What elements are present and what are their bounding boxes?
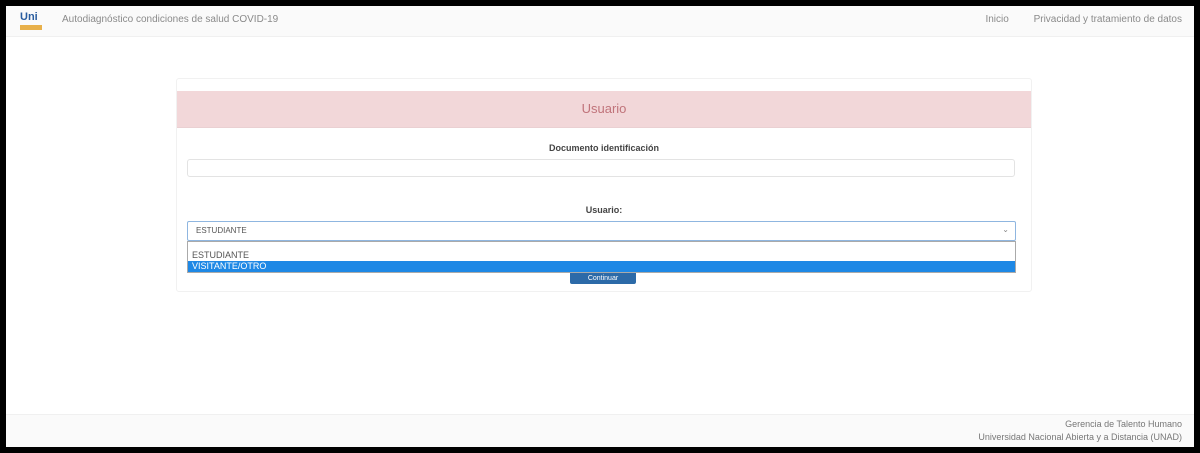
footer-university: Universidad Nacional Abierta y a Distanc… [978, 432, 1182, 442]
user-form-card: Usuario Documento identificación Usuario… [176, 78, 1032, 292]
nav-links: Inicio Privacidad y tratamiento de datos [963, 14, 1182, 25]
option-estudiante[interactable]: ESTUDIANTE [188, 250, 1015, 261]
continue-button[interactable]: Continuar [570, 273, 636, 284]
logo-text: Uni [20, 11, 38, 23]
card-header: Usuario [177, 91, 1031, 128]
unad-logo[interactable]: Uni [20, 11, 48, 31]
user-type-select[interactable]: ESTUDIANTE ⌄ [187, 221, 1016, 241]
app-title[interactable]: Autodiagnóstico condiciones de salud COV… [62, 14, 278, 25]
logo-accent [20, 25, 42, 30]
user-type-dropdown: ESTUDIANTE VISITANTE/OTRO [187, 241, 1016, 273]
browser-page: Uni Autodiagnóstico condiciones de salud… [6, 6, 1194, 447]
option-visitante-otro[interactable]: VISITANTE/OTRO [188, 261, 1015, 272]
nav-link-privacidad[interactable]: Privacidad y tratamiento de datos [1034, 14, 1182, 25]
navbar: Uni Autodiagnóstico condiciones de salud… [6, 6, 1194, 37]
user-type-label: Usuario: [585, 205, 623, 215]
chevron-down-icon: ⌄ [1002, 225, 1009, 234]
user-type-selected-value: ESTUDIANTE [196, 226, 247, 235]
footer-department: Gerencia de Talento Humano [1065, 419, 1182, 429]
document-input[interactable] [187, 159, 1015, 177]
footer: Gerencia de Talento Humano Universidad N… [6, 414, 1194, 447]
document-label: Documento identificación [548, 143, 659, 153]
nav-link-inicio[interactable]: Inicio [985, 14, 1008, 25]
